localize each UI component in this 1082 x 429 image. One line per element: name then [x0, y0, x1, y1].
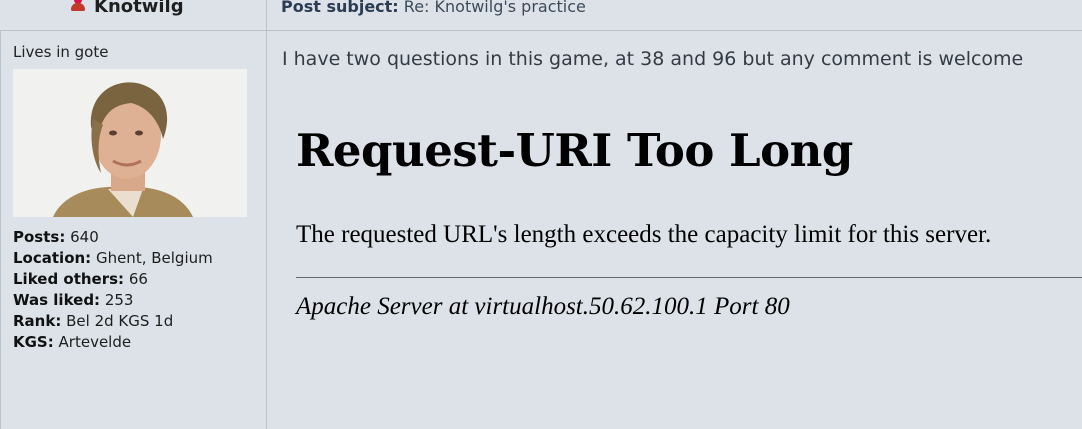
post-subject: Post subject: Re: Knotwilg's practice: [281, 0, 586, 16]
post-subject-label: Post subject:: [281, 0, 399, 16]
post-intro: I have two questions in this game, at 38…: [282, 48, 1024, 70]
profile-rank: Rank: Bel 2d KGS 1d: [13, 312, 174, 330]
rank-title: Lives in gote: [13, 43, 109, 61]
post-body: I have two questions in this game, at 38…: [282, 48, 1023, 70]
error-divider: [296, 277, 1082, 278]
profile-details: Posts: 640 Location: Ghent, Belgium Like…: [13, 227, 213, 353]
error-address: Apache Server at virtualhost.50.62.100.1…: [296, 293, 790, 320]
profile-posts: Posts: 640: [13, 228, 99, 246]
posts-count[interactable]: 640: [70, 228, 99, 246]
post-author: Knotwilg: [70, 0, 184, 18]
profile-location: Location: Ghent, Belgium: [13, 249, 213, 267]
profile-kgs: KGS: Artevelde: [13, 333, 132, 351]
author-name[interactable]: Knotwilg: [94, 0, 184, 17]
user-online-icon: [70, 0, 86, 12]
post-profile: Lives in gote Posts: 640 Location: Ghent…: [0, 31, 267, 429]
error-message: The requested URL's length exceeds the c…: [296, 221, 992, 248]
avatar: [13, 69, 247, 217]
profile-was-liked: Was liked: 253: [13, 291, 134, 309]
profile-liked-others: Liked others: 66: [13, 270, 148, 288]
post-header: Knotwilg Post subject: Re: Knotwilg's pr…: [0, 0, 1082, 31]
error-title: Request-URI Too Long: [296, 124, 853, 177]
post-subject-text: Re: Knotwilg's practice: [403, 0, 586, 16]
